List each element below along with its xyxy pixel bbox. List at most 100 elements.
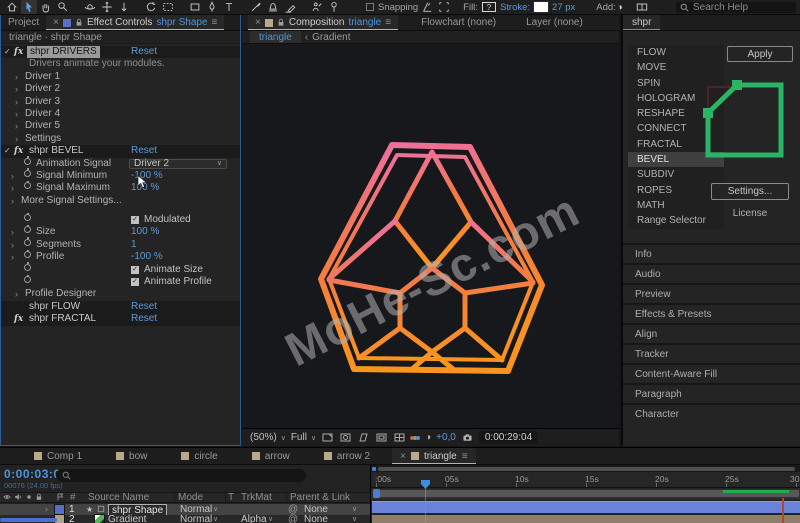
stopwatch-icon[interactable] <box>24 170 31 177</box>
viewer-tab-gradient[interactable]: Gradient <box>312 32 350 43</box>
license-link[interactable]: License <box>711 208 789 219</box>
effect-header-flow[interactable]: shpr FLOW Reset <box>1 301 240 313</box>
search-help-field[interactable]: Search Help <box>676 2 796 13</box>
layer-color-swatch[interactable] <box>55 505 64 514</box>
home-icon[interactable] <box>4 0 20 14</box>
mask-visibility-icon[interactable] <box>339 432 352 443</box>
transparency-grid-icon[interactable] <box>375 432 388 443</box>
module-subdiv[interactable]: SUBDIV <box>628 167 724 182</box>
close-icon[interactable]: × <box>255 17 261 28</box>
module-flow[interactable]: FLOW <box>628 45 724 60</box>
stopwatch-icon[interactable] <box>24 182 31 189</box>
twirl-icon[interactable]: › <box>11 182 14 194</box>
panel-tab-info[interactable]: Info <box>623 243 800 263</box>
settings-button[interactable]: Settings... <box>711 183 789 200</box>
animate-size-checkbox[interactable]: ✓ <box>131 266 139 274</box>
comp-tab-comp-1[interactable]: Comp 1 <box>26 448 90 464</box>
group-driver-1[interactable]: ›Driver 1 <box>1 71 240 83</box>
stopwatch-icon[interactable] <box>24 264 31 271</box>
comp-tab-arrow[interactable]: arrow <box>244 448 298 464</box>
parent-dropdown[interactable]: None <box>304 515 328 523</box>
panel-tab-align[interactable]: Align <box>623 323 800 343</box>
rotate-tool-icon[interactable] <box>143 0 159 14</box>
twirl-icon[interactable]: › <box>11 170 14 182</box>
work-area-start-handle[interactable] <box>373 489 380 498</box>
zoom-tool-icon[interactable] <box>55 0 71 14</box>
animate-profile-checkbox[interactable]: ✓ <box>131 278 139 286</box>
modulated-checkbox[interactable]: ✓ <box>131 216 139 224</box>
stopwatch-icon[interactable] <box>24 251 31 258</box>
column-parent-link[interactable]: Parent & Link <box>290 493 350 503</box>
comp-tab-arrow-2[interactable]: arrow 2 <box>316 448 378 464</box>
brush-tool-icon[interactable] <box>248 0 264 14</box>
dolly-tool-icon[interactable] <box>116 0 132 14</box>
group-settings[interactable]: ›Settings <box>1 133 240 145</box>
group-driver-2[interactable]: ›Driver 2 <box>1 83 240 95</box>
lock-icon[interactable] <box>277 18 285 27</box>
column-mode[interactable]: Mode <box>178 493 203 503</box>
selection-tool-icon[interactable] <box>21 0 37 14</box>
channel-icon[interactable] <box>411 436 420 440</box>
tab-project[interactable]: Project <box>1 15 46 30</box>
resolution-dropdown[interactable]: Full∨ <box>291 432 316 443</box>
effect-name[interactable]: shpr FRACTAL <box>29 313 96 325</box>
panel-tab-content-aware-fill[interactable]: Content-Aware Fill <box>623 363 800 383</box>
region-of-interest-icon[interactable] <box>357 432 370 443</box>
group-more-signal-settings[interactable]: ›More Signal Settings... <box>1 195 240 207</box>
panel-tab-character[interactable]: Character <box>623 403 800 423</box>
shpr-panel-title[interactable]: shpr <box>623 15 660 30</box>
apply-button[interactable]: Apply <box>727 46 793 62</box>
stopwatch-icon[interactable] <box>24 214 31 221</box>
stroke-width-value[interactable]: 27 px <box>552 2 575 13</box>
lock-icon[interactable] <box>75 18 83 27</box>
effect-enabled-check-icon[interactable]: ✓ <box>4 145 11 157</box>
stopwatch-icon[interactable] <box>24 276 31 283</box>
stopwatch-icon[interactable] <box>24 239 31 246</box>
clone-stamp-tool-icon[interactable] <box>265 0 281 14</box>
group-profile-designer[interactable]: ›Profile Designer <box>1 288 240 300</box>
tab-flowchart[interactable]: Flowchart (none) <box>414 15 503 30</box>
module-range-selector[interactable]: Range Selector <box>628 213 724 228</box>
hand-tool-icon[interactable] <box>38 0 54 14</box>
composition-viewer[interactable]: MoHe-Sc.com <box>242 44 619 428</box>
magnification-dropdown[interactable]: (50%)∨ <box>250 432 286 443</box>
panel-tab-tracker[interactable]: Tracker <box>623 343 800 363</box>
pan-camera-tool-icon[interactable] <box>99 0 115 14</box>
comp-tab-circle[interactable]: circle <box>173 448 225 464</box>
type-tool-icon[interactable] <box>221 0 237 14</box>
twirl-icon[interactable]: › <box>11 239 14 251</box>
workspace-icon[interactable] <box>634 0 650 14</box>
panel-tab-preview[interactable]: Preview <box>623 283 800 303</box>
snapping-checkbox[interactable] <box>366 3 374 11</box>
eraser-tool-icon[interactable] <box>282 0 298 14</box>
shy-star-icon[interactable]: ★ <box>86 504 93 515</box>
guides-icon[interactable] <box>393 432 406 443</box>
marquee-tool-icon[interactable] <box>160 0 176 14</box>
layer-1-duration-bar[interactable] <box>372 501 800 513</box>
stroke-swatch[interactable] <box>534 2 548 12</box>
trkmat-dropdown[interactable]: Alpha <box>241 515 267 523</box>
column-trkmat[interactable]: TrkMat <box>241 493 272 503</box>
twirl-icon[interactable]: › <box>11 251 14 263</box>
snap-angle-icon[interactable] <box>419 0 435 14</box>
roto-brush-tool-icon[interactable] <box>309 0 325 14</box>
effect-header-fractal[interactable]: fx shpr FRACTAL Reset <box>1 313 240 325</box>
group-driver-4[interactable]: ›Driver 4 <box>1 108 240 120</box>
layer-panel-h-scrollbar[interactable] <box>0 518 57 522</box>
effect-name[interactable]: shpr FLOW <box>29 301 80 313</box>
reset-link[interactable]: Reset <box>131 46 157 58</box>
tab-layer[interactable]: Layer (none) <box>519 15 590 30</box>
stopwatch-icon[interactable] <box>24 158 31 165</box>
exposure-icon[interactable]: ◑ <box>425 432 431 443</box>
group-driver-5[interactable]: ›Driver 5 <box>1 120 240 132</box>
timeline-h-scrollbar[interactable] <box>371 465 800 472</box>
add-half-circle-icon[interactable]: ◑ <box>617 2 623 13</box>
close-icon[interactable]: × <box>53 17 59 28</box>
orbit-tool-icon[interactable] <box>82 0 98 14</box>
reset-link[interactable]: Reset <box>131 301 157 313</box>
panel-tab-paragraph[interactable]: Paragraph <box>623 383 800 403</box>
work-area-bar[interactable] <box>371 489 800 499</box>
effect-header-bevel[interactable]: ✓ fx shpr BEVEL Reset <box>1 145 240 157</box>
shape-tool-icon[interactable] <box>187 0 203 14</box>
puppet-pin-tool-icon[interactable] <box>326 0 342 14</box>
